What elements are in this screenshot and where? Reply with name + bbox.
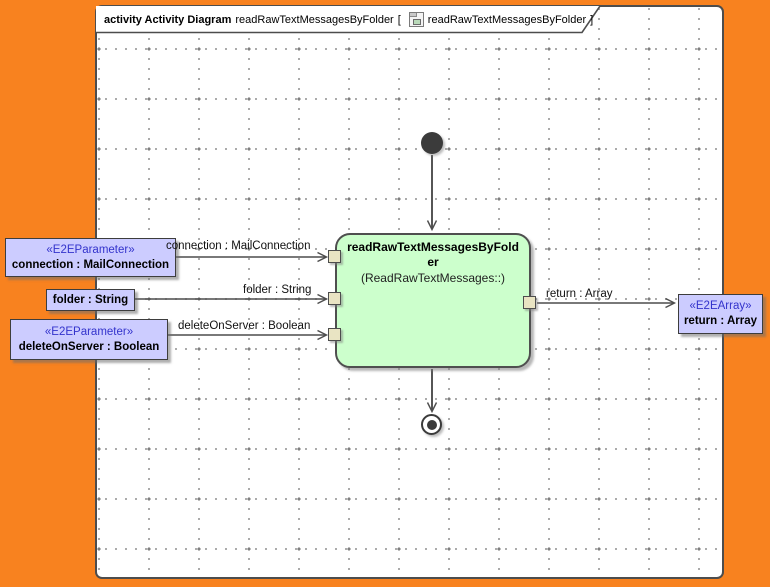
activity-node[interactable]: readRawTextMessagesByFolder (ReadRawText… <box>335 233 531 368</box>
parameter-name: connection : MailConnection <box>11 258 170 271</box>
desktop-background: { "colors": { "background_orange": "#f88… <box>0 0 770 587</box>
frame-title: activity Activity Diagram readRawTextMes… <box>96 6 604 33</box>
parameter-name: folder : String <box>52 293 129 306</box>
parameter-stereotype: «E2EParameter» <box>44 325 134 338</box>
activity-final-node-dot <box>426 419 437 430</box>
edge-label-return[interactable]: return : Array <box>546 288 612 300</box>
output-pin-return[interactable] <box>523 296 536 309</box>
parameter-box-delete-on-server[interactable]: «E2EParameter» deleteOnServer : Boolean <box>10 319 168 360</box>
input-pin-folder[interactable] <box>328 292 341 305</box>
parameter-box-connection[interactable]: «E2EParameter» connection : MailConnecti… <box>5 238 176 277</box>
edge-label-folder[interactable]: folder : String <box>243 284 311 296</box>
activity-final-node[interactable] <box>421 414 442 435</box>
result-name: return : Array <box>683 315 758 327</box>
activity-diagram-icon <box>408 12 424 27</box>
frame-open-bracket: [ <box>397 13 401 26</box>
result-box-return[interactable]: «E2EArray» return : Array <box>678 294 763 334</box>
input-pin-connection[interactable] <box>328 250 341 263</box>
frame-close-bracket: ] <box>590 13 594 26</box>
edge-label-connection[interactable]: connection : MailConnection <box>166 240 310 252</box>
frame-context-name: readRawTextMessagesByFolder <box>427 13 587 26</box>
edge-label-delete-on-server[interactable]: deleteOnServer : Boolean <box>178 320 310 332</box>
input-pin-delete-on-server[interactable] <box>328 328 341 341</box>
parameter-box-folder[interactable]: folder : String <box>46 289 135 311</box>
result-stereotype: «E2EArray» <box>689 300 752 313</box>
activity-name: readRawTextMessagesByFolder <box>347 240 519 269</box>
activity-namespace: (ReadRawTextMessages::) <box>360 271 506 285</box>
parameter-stereotype: «E2EParameter» <box>46 243 135 256</box>
initial-node[interactable] <box>421 132 443 154</box>
frame-title-tab[interactable]: activity Activity Diagram readRawTextMes… <box>96 6 606 34</box>
frame-diagram-name: readRawTextMessagesByFolder <box>235 13 394 26</box>
frame-kind-label: activity Activity Diagram <box>104 13 232 26</box>
parameter-name: deleteOnServer : Boolean <box>18 340 160 353</box>
